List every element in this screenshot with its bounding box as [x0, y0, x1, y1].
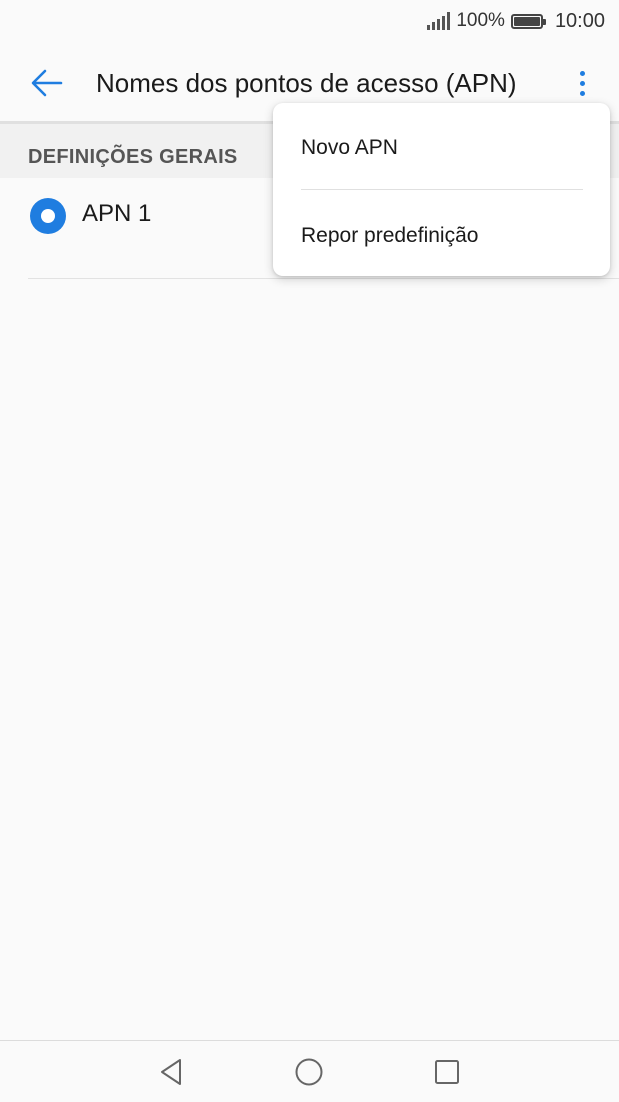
- status-bar: 100% 10:00: [0, 0, 619, 42]
- radio-selected-dot: [41, 209, 55, 223]
- nav-back-button[interactable]: [154, 1055, 188, 1089]
- page-title: Nomes dos pontos de acesso (APN): [96, 68, 517, 98]
- battery-icon: [510, 13, 546, 29]
- overflow-menu: Novo APN Repor predefinição: [273, 103, 610, 276]
- signal-icon: [427, 12, 451, 30]
- list-divider: [28, 278, 619, 279]
- apn-radio-button[interactable]: [30, 198, 66, 234]
- apn-name: APN 1: [82, 200, 152, 227]
- status-indicators: 100% 10:00: [427, 8, 605, 34]
- menu-item-label: Repor predefinição: [301, 224, 479, 247]
- more-options-button[interactable]: [562, 60, 602, 106]
- circle-home-icon: [295, 1058, 323, 1086]
- menu-item-new-apn[interactable]: Novo APN: [273, 103, 610, 189]
- section-header-label: DEFINIÇÕES GERAIS: [28, 146, 238, 168]
- arrow-left-icon: [31, 69, 63, 97]
- square-recents-icon: [435, 1060, 459, 1084]
- menu-item-label: Novo APN: [301, 136, 398, 159]
- back-button[interactable]: [22, 60, 72, 106]
- battery-percent: 100%: [456, 10, 505, 31]
- menu-item-reset-default[interactable]: Repor predefinição: [273, 190, 610, 276]
- nav-recents-button[interactable]: [430, 1055, 464, 1089]
- triangle-back-icon: [161, 1059, 181, 1085]
- nav-home-button[interactable]: [292, 1055, 326, 1089]
- more-vert-icon: [579, 70, 585, 76]
- navigation-bar: [0, 1040, 619, 1102]
- clock: 10:00: [554, 9, 605, 32]
